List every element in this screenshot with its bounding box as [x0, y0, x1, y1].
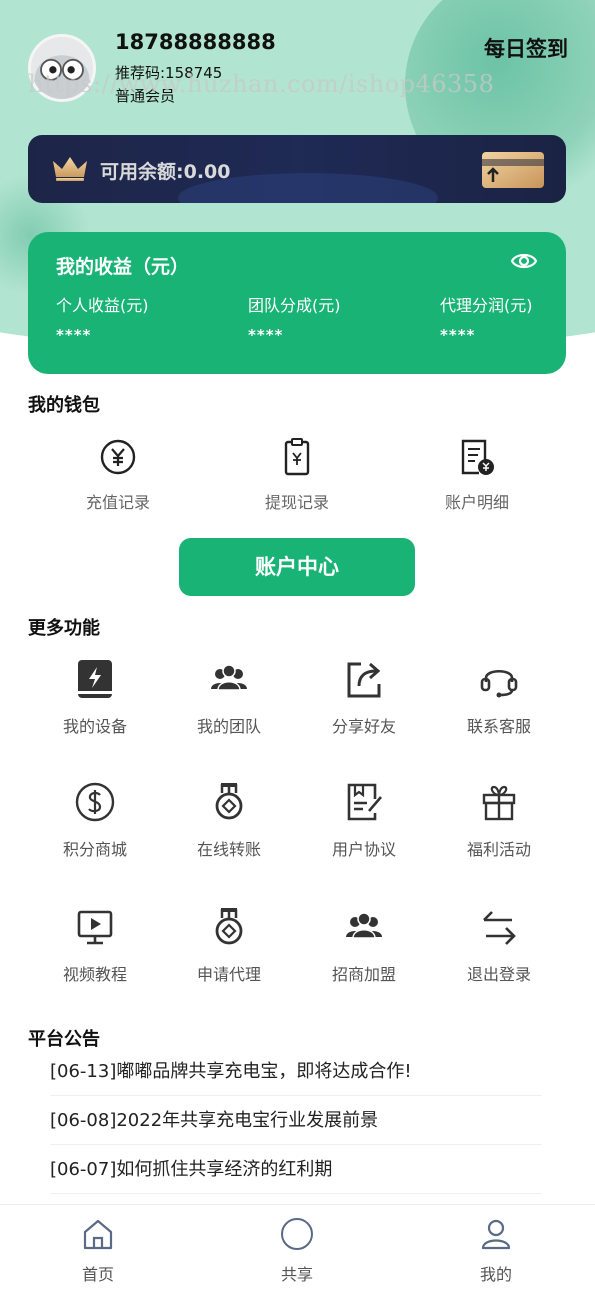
crown-icon	[53, 157, 87, 181]
more-functions-title: 更多功能	[28, 618, 100, 639]
phone-number: 18788888888	[115, 30, 276, 54]
account-center-button[interactable]: 账户中心	[179, 538, 415, 596]
tab-mine[interactable]: 我的	[436, 1217, 556, 1285]
available-balance: 可用余额:0.00	[100, 161, 231, 183]
video-icon	[77, 910, 113, 945]
wallet-section-title: 我的钱包	[28, 395, 100, 416]
points-mall[interactable]: 积分商城	[28, 781, 162, 860]
yuan-circle-icon	[100, 439, 136, 475]
circle-icon	[281, 1218, 313, 1250]
my-team[interactable]: 我的团队	[162, 658, 296, 737]
share-friends[interactable]: 分享好友	[297, 658, 431, 737]
clipboard-yuan-icon	[284, 438, 310, 476]
franchise-recruit[interactable]: 招商加盟	[297, 906, 431, 985]
online-transfer[interactable]: 在线转账	[162, 781, 296, 860]
eye-icon[interactable]	[510, 250, 538, 272]
tab-share[interactable]: 共享	[237, 1217, 357, 1285]
agreement-icon	[347, 783, 382, 821]
dollar-circle-icon	[75, 782, 115, 822]
medal-icon	[215, 783, 243, 820]
user-icon	[481, 1219, 511, 1250]
tab-home[interactable]: 首页	[38, 1217, 158, 1285]
team-icon	[346, 912, 382, 939]
withdrawal-records[interactable]: 提现记录	[227, 437, 367, 513]
logout[interactable]: 退出登录	[432, 906, 566, 985]
daily-checkin-button[interactable]: 每日签到	[484, 33, 568, 63]
user-agreement[interactable]: 用户协议	[297, 781, 431, 860]
notice-item[interactable]: [06-08]2022年共享充电宝行业发展前景	[50, 1096, 542, 1145]
device-icon	[78, 660, 112, 698]
notice-item[interactable]: [06-13]嘟嘟品牌共享充电宝，即将达成合作!	[50, 1047, 542, 1096]
contact-service[interactable]: 联系客服	[432, 658, 566, 737]
account-details[interactable]: 账户明细	[407, 437, 547, 513]
video-tutorial[interactable]: 视频教程	[28, 906, 162, 985]
bank-card-icon[interactable]	[482, 152, 544, 188]
personal-earnings: 个人收益(元) ****	[56, 296, 149, 344]
balance-card[interactable]: 可用余额:0.00	[28, 135, 566, 203]
gift-icon	[482, 785, 516, 821]
watermark: https://www.huzhan.com/ishop46358	[28, 70, 495, 98]
headset-icon	[480, 669, 518, 698]
share-icon	[347, 662, 381, 698]
agent-earnings: 代理分润(元) ****	[440, 296, 533, 344]
earnings-title: 我的收益（元）	[56, 256, 190, 278]
swap-arrows-icon	[483, 911, 516, 945]
apply-agent[interactable]: 申请代理	[162, 906, 296, 985]
notice-item[interactable]: [06-07]如何抓住共享经济的红利期	[50, 1145, 542, 1194]
team-icon	[211, 664, 247, 691]
earnings-card: 我的收益（元） 个人收益(元) **** 团队分成(元) **** 代理分润(元…	[28, 232, 566, 374]
medal-icon	[215, 908, 243, 945]
team-earnings: 团队分成(元) ****	[248, 296, 341, 344]
document-yuan-icon	[461, 439, 494, 475]
home-icon	[83, 1219, 113, 1250]
recharge-records[interactable]: 充值记录	[48, 437, 188, 513]
bottom-tabbar: 首页 共享 我的	[0, 1204, 595, 1291]
welfare-activities[interactable]: 福利活动	[432, 781, 566, 860]
my-devices[interactable]: 我的设备	[28, 658, 162, 737]
